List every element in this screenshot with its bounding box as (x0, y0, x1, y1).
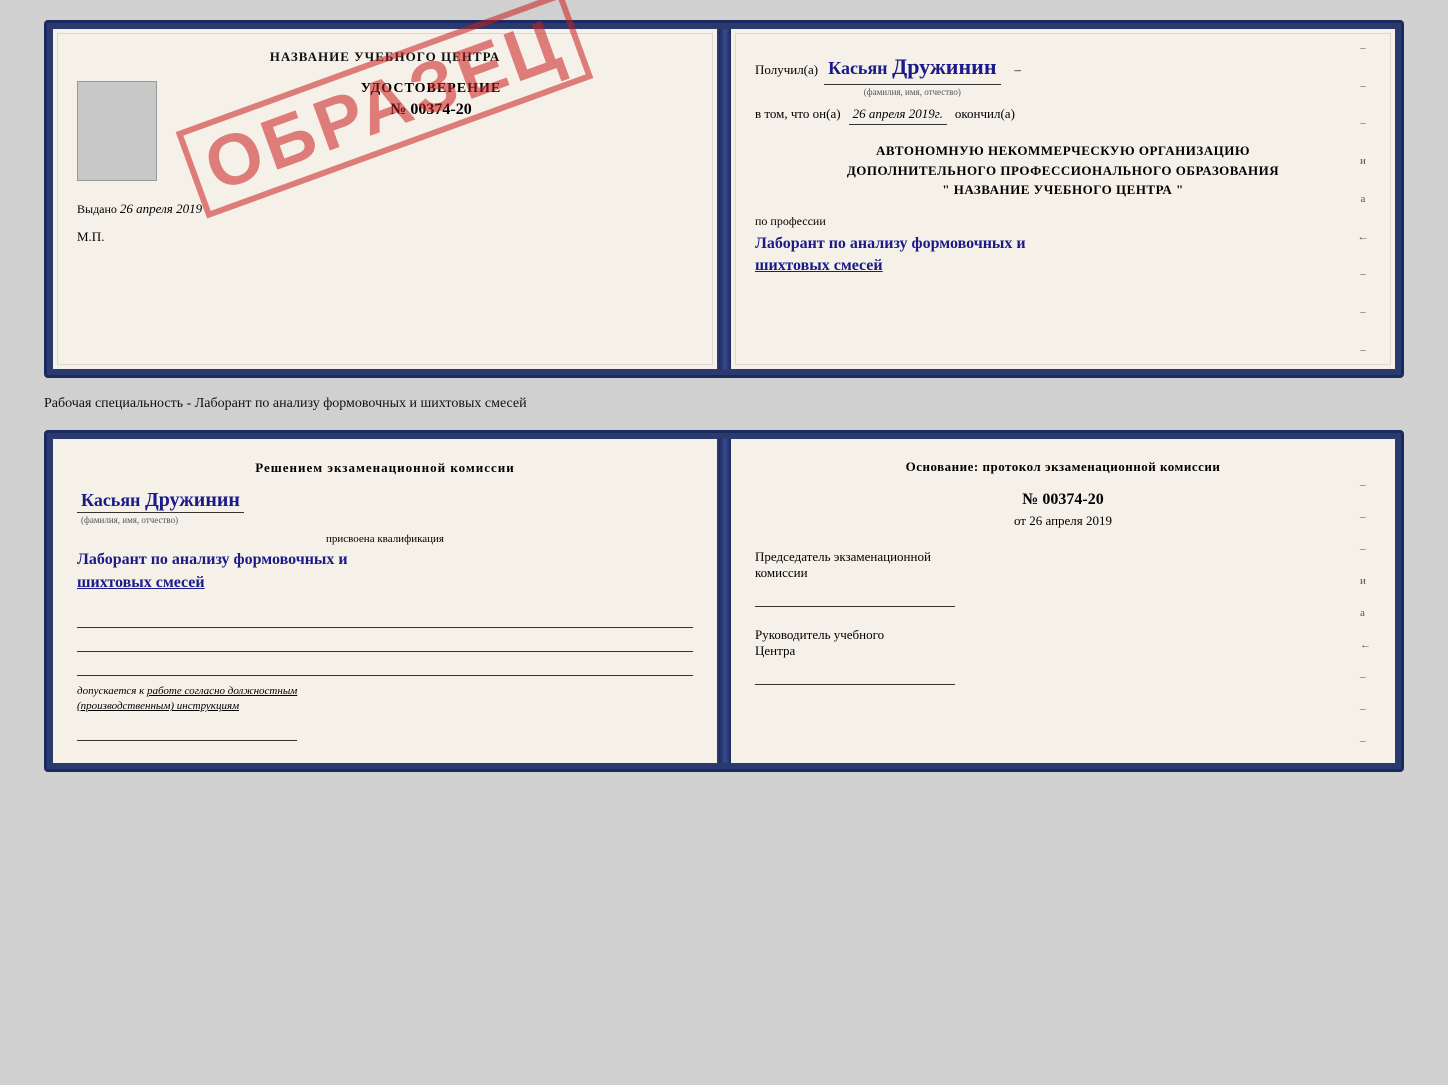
qualification-label: присвоена квалификация (77, 533, 693, 545)
bottom-right-side-decorative: – – – и а ← – – – (1360, 479, 1371, 747)
date-value: 26 апреля 2019г. (849, 104, 947, 126)
received-label: Получил(а) (755, 60, 818, 81)
bottom-name-sublabel: (фамилия, имя, отчество) (77, 515, 693, 525)
допускается-underline (77, 719, 297, 741)
received-line: Получил(а) Касьян Дружинин (фамилия, имя… (755, 49, 1371, 100)
chairman-title: Председатель экзаменационной комиссии (755, 549, 1371, 581)
date-line: в том, что он(а) 26 апреля 2019г. окончи… (755, 104, 1371, 126)
director-section: Руководитель учебного Центра (755, 627, 1371, 685)
name-sublabel: (фамилия, имя, отчество) (864, 85, 961, 99)
issued-date: 26 апреля 2019 (120, 201, 202, 216)
basis-title: Основание: протокол экзаменационной коми… (755, 459, 1371, 475)
допускается-text: допускается к работе согласно должностны… (77, 684, 693, 715)
cert-main-info: УДОСТОВЕРЕНИЕ № 00374-20 (169, 81, 693, 127)
protocol-date-value: 26 апреля 2019 (1029, 513, 1112, 528)
received-name: Касьян Дружинин (824, 49, 1000, 85)
decision-title: Решением экзаменационной комиссии (77, 459, 693, 477)
org-line3: " НАЗВАНИЕ УЧЕБНОГО ЦЕНТРА " (755, 180, 1371, 200)
protocol-date-prefix: от (1014, 513, 1026, 528)
document-container: НАЗВАНИЕ УЧЕБНОГО ЦЕНТРА УДОСТОВЕРЕНИЕ №… (44, 20, 1404, 772)
bottom-book-cover: Решением экзаменационной комиссии Касьян… (44, 430, 1404, 772)
date-prefix: в том, что он(а) (755, 104, 841, 125)
cert-photo-placeholder (77, 81, 157, 181)
middle-specialty-text: Рабочая специальность - Лаборант по анал… (44, 390, 1404, 418)
mp-label: М.П. (77, 229, 693, 245)
qualification-text: Лаборант по анализу формовочных и шихтов… (77, 549, 693, 594)
bottom-right-page: Основание: протокол экзаменационной коми… (731, 439, 1395, 763)
protocol-number: № 00374-20 (755, 491, 1371, 509)
chairman-sig-line (755, 585, 955, 607)
bottom-person-name: Касьян Дружинин (77, 489, 244, 513)
bottom-book-spine (719, 439, 731, 763)
sig-line-1 (77, 606, 693, 628)
cert-doc-number: № 00374-20 (169, 101, 693, 119)
director-title: Руководитель учебного Центра (755, 627, 1371, 659)
issued-label: Выдано (77, 202, 117, 216)
bottom-person-name-area: Касьян Дружинин (фамилия, имя, отчество) (77, 489, 693, 525)
sig-line-2 (77, 630, 693, 652)
profession-label: по профессии (755, 212, 1371, 231)
director-sig-line (755, 663, 955, 685)
top-right-page: Получил(а) Касьян Дружинин (фамилия, имя… (731, 29, 1395, 369)
cert-doc-label: УДОСТОВЕРЕНИЕ (169, 81, 693, 97)
org-line1: АВТОНОМНУЮ НЕКОММЕРЧЕСКУЮ ОРГАНИЗАЦИЮ (755, 141, 1371, 161)
signature-lines (77, 606, 693, 676)
top-book-spine (719, 29, 731, 369)
profession-name: Лаборант по анализу формовочных ишихтовы… (755, 233, 1371, 278)
org-line2: ДОПОЛНИТЕЛЬНОГО ПРОФЕССИОНАЛЬНОГО ОБРАЗО… (755, 161, 1371, 181)
right-side-decorative: – – – и а ← – – – (1355, 29, 1371, 369)
cert-stamp-area: УДОСТОВЕРЕНИЕ № 00374-20 (77, 81, 693, 181)
org-block: АВТОНОМНУЮ НЕКОММЕРЧЕСКУЮ ОРГАНИЗАЦИЮ ДО… (755, 141, 1371, 200)
sig-line-3 (77, 654, 693, 676)
chairman-section: Председатель экзаменационной комиссии (755, 549, 1371, 607)
cert-school-title: НАЗВАНИЕ УЧЕБНОГО ЦЕНТРА (77, 49, 693, 65)
right-page-content: Получил(а) Касьян Дружинин (фамилия, имя… (755, 49, 1371, 278)
top-book-cover: НАЗВАНИЕ УЧЕБНОГО ЦЕНТРА УДОСТОВЕРЕНИЕ №… (44, 20, 1404, 378)
bottom-left-page: Решением экзаменационной комиссии Касьян… (53, 439, 719, 763)
date-suffix: окончил(а) (955, 104, 1015, 125)
protocol-date: от 26 апреля 2019 (755, 513, 1371, 529)
cert-issued: Выдано 26 апреля 2019 (77, 201, 693, 217)
top-left-page: НАЗВАНИЕ УЧЕБНОГО ЦЕНТРА УДОСТОВЕРЕНИЕ №… (53, 29, 719, 369)
